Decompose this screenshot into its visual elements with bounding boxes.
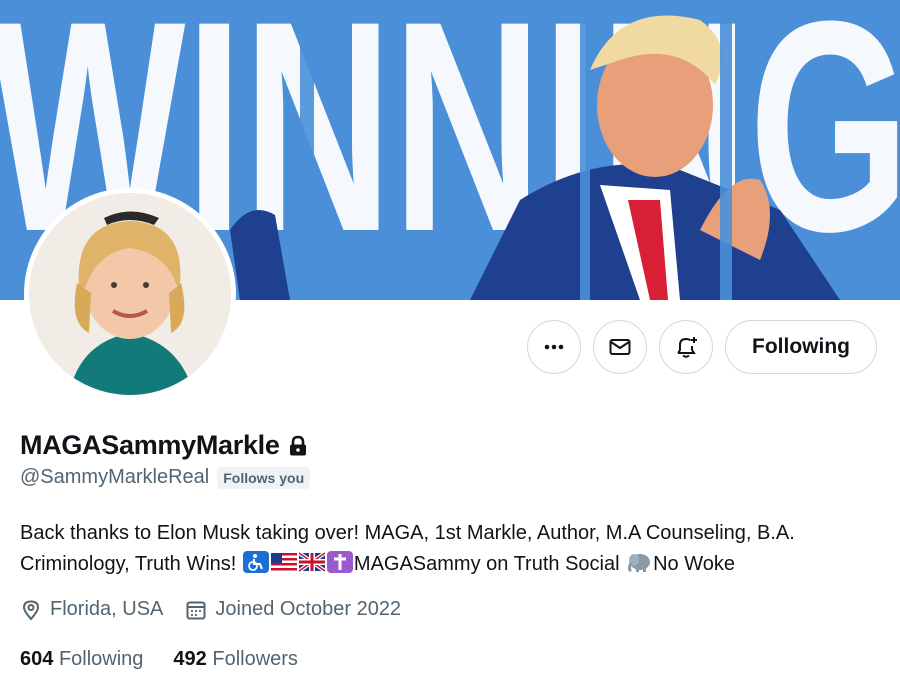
following-label: Following (58, 648, 144, 670)
location-pin-icon (22, 599, 40, 621)
us-flag-emoji (270, 553, 297, 571)
wheelchair-emoji (242, 551, 269, 573)
following-count: 604 (20, 648, 54, 670)
followers-count: 492 (173, 648, 207, 670)
location-text: Florida, USA (50, 598, 164, 620)
followers-stat[interactable]: 492 Followers (173, 648, 298, 671)
profile-bio: Back thanks to Elon Musk taking over! MA… (20, 518, 890, 580)
cross-emoji (326, 551, 353, 573)
follow-stats: 604 Following 492 Followers (20, 648, 298, 671)
follows-you-badge: Follows you (217, 466, 311, 489)
lock-icon (289, 435, 306, 455)
following-button[interactable]: Following (725, 320, 877, 374)
bell-plus-icon (677, 337, 698, 358)
envelope-icon (609, 339, 631, 355)
elephant-emoji (628, 554, 651, 573)
display-name-text: MAGASammyMarkle (20, 430, 280, 460)
more-dots-icon (544, 344, 564, 350)
profile-actions: Following (527, 320, 877, 374)
display-name: MAGASammyMarkle (20, 430, 308, 461)
joined-text: Joined October 2022 (215, 598, 402, 620)
more-button[interactable] (527, 320, 582, 374)
following-stat[interactable]: 604 Following (20, 648, 143, 671)
followers-label: Followers (212, 648, 298, 670)
message-button[interactable] (593, 320, 648, 374)
avatar-image (29, 193, 231, 395)
handle-row: @SammyMarkleReal Follows you (20, 466, 311, 489)
profile-meta: Florida, USA Joined October 2022 (20, 598, 401, 621)
bio-text-2: MAGASammy on Truth Social (353, 553, 626, 575)
joined-date: Joined October 2022 (185, 598, 401, 621)
location: Florida, USA (20, 598, 163, 621)
notify-button[interactable] (659, 320, 714, 374)
calendar-icon (186, 601, 206, 619)
uk-flag-emoji (298, 551, 325, 573)
bio-text-3: No Woke (653, 553, 735, 575)
profile-avatar[interactable] (24, 188, 236, 400)
user-handle: @SammyMarkleReal (20, 466, 210, 488)
